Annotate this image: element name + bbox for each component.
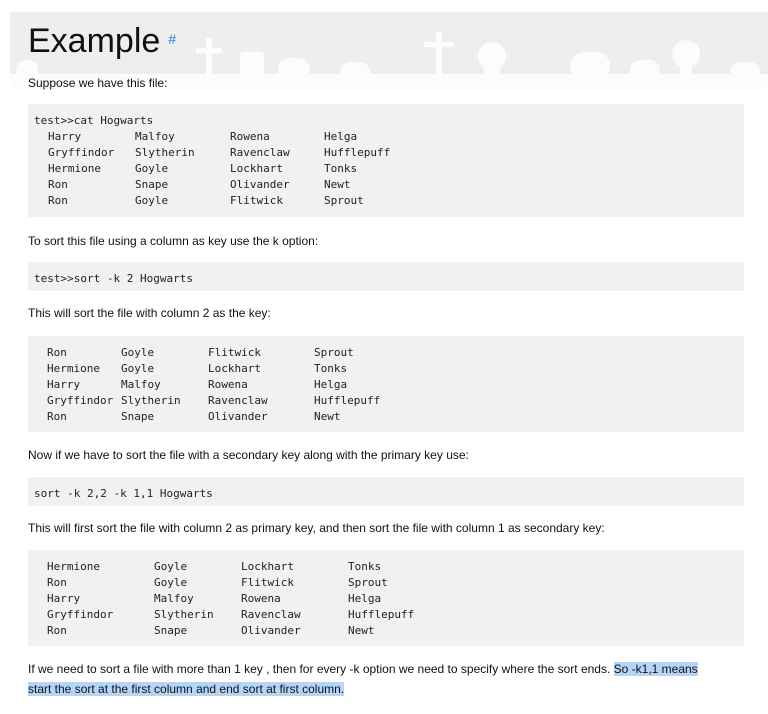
code-row: Gryffindor Slytherin Ravenclaw Hufflepuff	[34, 145, 744, 161]
code-cell: Goyle	[135, 162, 169, 175]
code-row: Gryffindor Slytherin Ravenclaw Hufflepuff	[28, 393, 744, 409]
code-block-sort-k22-k11: sort -k 2,2 -k 1,1 Hogwarts	[28, 477, 744, 506]
code-cell: Olivander	[208, 410, 268, 423]
intro-text: Suppose we have this file:	[28, 76, 168, 90]
code-cell: Hermione	[47, 362, 100, 375]
code-cell: Sprout	[348, 576, 388, 589]
code-row: Harry Malfoy Rowena Helga	[28, 591, 744, 607]
code-cell: Snape	[135, 178, 169, 191]
code-cell: Flitwick	[208, 346, 261, 359]
code-row: Hermione Goyle Lockhart Tonks	[28, 361, 744, 377]
code-cell: Hufflepuff	[324, 146, 391, 159]
code-cell: Olivander	[230, 178, 290, 191]
paragraph-sort-ends: If we need to sort a file with more than…	[28, 659, 750, 699]
paragraph-k-option: To sort this file using a column as key …	[28, 234, 319, 248]
code-cell: Rowena	[208, 378, 248, 391]
code-command: test>>sort -k 2 Hogwarts	[34, 272, 193, 285]
code-row: Ron Snape Olivander Newt	[28, 623, 744, 639]
code-cell: Harry	[48, 130, 82, 143]
code-cell: Slytherin	[154, 608, 214, 621]
code-cell: Harry	[47, 592, 81, 605]
code-cell: Hufflepuff	[348, 608, 415, 621]
code-cell: Ron	[47, 624, 67, 637]
code-cell: Helga	[324, 130, 358, 143]
code-cell: Lockhart	[241, 560, 294, 573]
code-row: Harry Malfoy Rowena Helga	[34, 129, 744, 145]
code-row: Hermione Goyle Lockhart Tonks	[28, 559, 744, 575]
code-cell: Newt	[324, 178, 351, 191]
code-cell: Ravenclaw	[241, 608, 301, 621]
code-cell: Flitwick	[241, 576, 294, 589]
code-command: test>>cat Hogwarts	[34, 114, 154, 127]
code-cell: Tonks	[324, 162, 358, 175]
code-cell: Newt	[314, 410, 341, 423]
code-cell: Lockhart	[208, 362, 261, 375]
code-cell: Goyle	[135, 194, 169, 207]
code-cell: Hermione	[47, 560, 100, 573]
paragraph-primary-secondary: This will first sort the file with colum…	[28, 521, 605, 535]
heading-anchor-link[interactable]: #	[168, 31, 176, 47]
code-row: Gryffindor Slytherin Ravenclaw Hufflepuff	[28, 607, 744, 623]
code-cell: Malfoy	[121, 378, 161, 391]
code-cell: Goyle	[154, 560, 188, 573]
code-cell: Ron	[47, 410, 67, 423]
code-cell: Sprout	[324, 194, 364, 207]
code-cell: Gryffindor	[47, 394, 114, 407]
code-cell: Ron	[47, 576, 67, 589]
code-cell: Olivander	[241, 624, 301, 637]
code-cell: Goyle	[154, 576, 188, 589]
code-row: Ron Snape Olivander Newt	[28, 409, 744, 425]
code-cell: Hufflepuff	[314, 394, 381, 407]
code-cell: Ron	[48, 194, 68, 207]
code-cell: Gryffindor	[48, 146, 115, 159]
code-cell: Helga	[348, 592, 382, 605]
code-block-sorted-output: Ron Goyle Flitwick Sprout Hermione Goyle Lockh…	[28, 336, 744, 432]
paragraph-sort-column2: This will sort the file with column 2 as…	[28, 306, 271, 320]
code-cell: Ravenclaw	[208, 394, 268, 407]
code-cell: Hermione	[48, 162, 101, 175]
code-block-secondary-output: Hermione Goyle Lockhart Tonks Ron Goyle Flitwi…	[28, 550, 744, 646]
code-cell: Malfoy	[154, 592, 194, 605]
code-cell: Sprout	[314, 346, 354, 359]
code-row: Ron Goyle Flitwick Sprout	[28, 345, 744, 361]
code-cell: Flitwick	[230, 194, 283, 207]
selected-text-line1: So -k1,1 means	[613, 662, 698, 676]
code-row: Ron Snape Olivander Newt	[34, 177, 744, 193]
code-cell: Ron	[47, 346, 67, 359]
page-title: Example #	[28, 22, 176, 61]
code-row: Ron Goyle Flitwick Sprout	[28, 575, 744, 591]
code-block-cat: test>>cat Hogwarts Harry Malfoy Rowena Helga…	[28, 104, 744, 217]
code-command: sort -k 2,2 -k 1,1 Hogwarts	[34, 487, 213, 500]
code-cell: Harry	[47, 378, 81, 391]
code-cell: Goyle	[121, 346, 155, 359]
code-block-sort-k2: test>>sort -k 2 Hogwarts	[28, 262, 744, 291]
paragraph-plain-text: If we need to sort a file with more than…	[28, 662, 614, 676]
code-cell: Ravenclaw	[230, 146, 290, 159]
code-cell: Snape	[154, 624, 188, 637]
code-row: Hermione Goyle Lockhart Tonks	[34, 161, 744, 177]
code-cell: Newt	[348, 624, 375, 637]
code-cell: Malfoy	[135, 130, 175, 143]
code-cell: Goyle	[121, 362, 155, 375]
code-cell: Tonks	[314, 362, 348, 375]
code-cell: Ron	[48, 178, 68, 191]
code-cell: Slytherin	[135, 146, 195, 159]
code-row: Ron Goyle Flitwick Sprout	[34, 193, 744, 209]
code-cell: Rowena	[241, 592, 281, 605]
page-title-text: Example	[28, 22, 161, 60]
code-cell: Tonks	[348, 560, 382, 573]
code-cell: Rowena	[230, 130, 270, 143]
code-cell: Gryffindor	[47, 608, 114, 621]
paragraph-secondary-key: Now if we have to sort the file with a s…	[28, 448, 469, 462]
selected-text-line2: start the sort at the first column and e…	[28, 682, 345, 696]
code-cell: Snape	[121, 410, 155, 423]
code-cell: Helga	[314, 378, 348, 391]
code-cell: Slytherin	[121, 394, 181, 407]
code-row: Harry Malfoy Rowena Helga	[28, 377, 744, 393]
code-cell: Lockhart	[230, 162, 283, 175]
